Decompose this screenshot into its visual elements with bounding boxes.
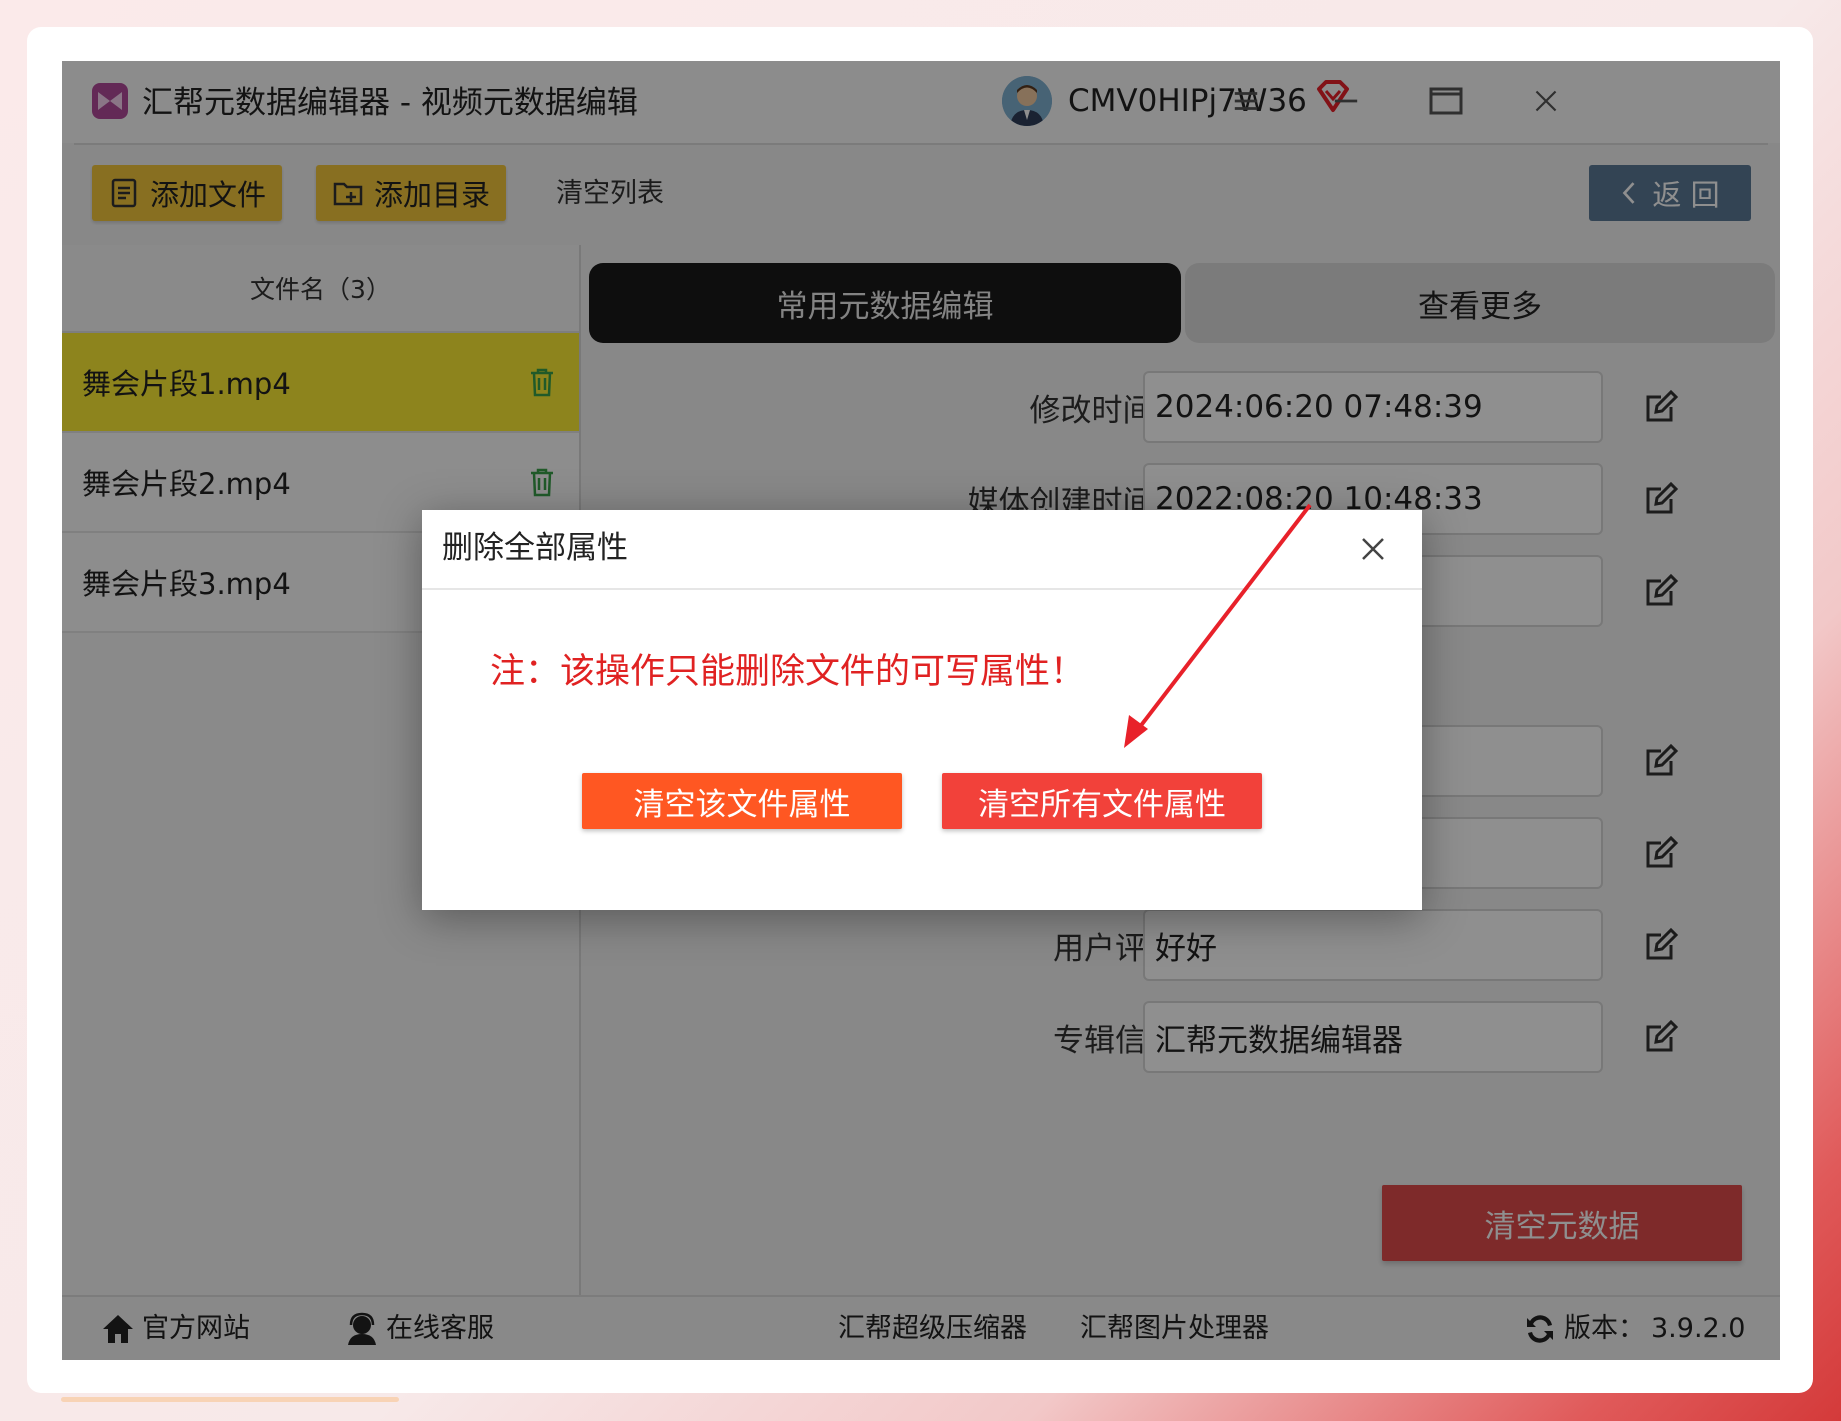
delete-all-properties-dialog: 删除全部属性 注：该操作只能删除文件的可写属性！ 清空该文件属性 清空所有文件属… bbox=[422, 510, 1422, 910]
clear-file-properties-button[interactable]: 清空该文件属性 bbox=[582, 773, 902, 829]
clear-all-file-properties-button[interactable]: 清空所有文件属性 bbox=[942, 773, 1262, 829]
dialog-close-icon[interactable] bbox=[1358, 534, 1388, 564]
decorative-line bbox=[61, 1397, 399, 1402]
dialog-warning-note: 注：该操作只能删除文件的可写属性！ bbox=[490, 652, 1086, 692]
dialog-title: 删除全部属性 bbox=[442, 530, 628, 566]
dialog-header: 删除全部属性 bbox=[422, 510, 1422, 590]
